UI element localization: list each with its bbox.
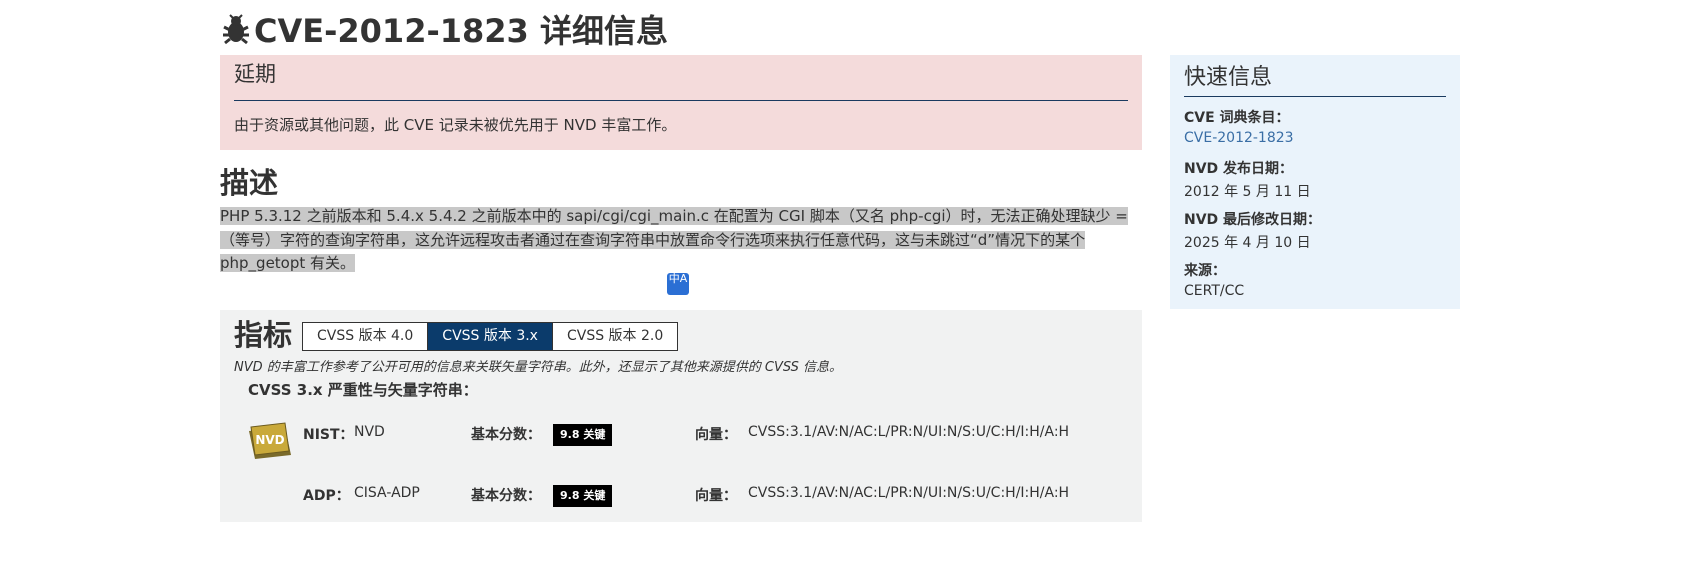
source-value: CISA-ADP xyxy=(354,485,420,501)
source-label: NIST： xyxy=(303,427,354,443)
metrics-heading: 指标 xyxy=(234,318,293,352)
quick-info-panel: 快速信息 CVE 词典条目： CVE-2012-1823 NVD 发布日期： 2… xyxy=(1170,55,1460,309)
translate-icon[interactable]: 中A xyxy=(667,273,689,295)
severity-badge[interactable]: 9.8 关键 xyxy=(553,424,613,446)
source-label: 来源： xyxy=(1184,263,1226,279)
published-date-value: 2012 年 5 月 11 日 xyxy=(1184,184,1311,200)
tab-cvss-4[interactable]: CVSS 版本 4.0 xyxy=(302,322,429,351)
description-heading: 描述 xyxy=(220,166,279,200)
source-value: CERT/CC xyxy=(1184,283,1245,299)
score-label: 基本分数： xyxy=(471,488,541,504)
vector-label: 向量： xyxy=(695,488,737,504)
notice-divider xyxy=(234,100,1128,101)
modified-date-value: 2025 年 4 月 10 日 xyxy=(1184,235,1311,251)
deferred-notice: 延期 由于资源或其他问题，此 CVE 记录未被优先用于 NVD 丰富工作。 xyxy=(220,55,1142,150)
vector-label: 向量： xyxy=(695,427,737,443)
tab-cvss-3[interactable]: CVSS 版本 3.x xyxy=(427,322,553,351)
page-title: CVE-2012-1823 详细信息 xyxy=(220,6,668,52)
tab-cvss-2[interactable]: CVSS 版本 2.0 xyxy=(551,322,679,351)
quick-info-title: 快速信息 xyxy=(1184,65,1273,90)
vector-value: CVSS:3.1/AV:N/AC:L/PR:N/UI:N/S:U/C:H/I:H… xyxy=(748,424,1070,440)
score-label: 基本分数： xyxy=(471,427,541,443)
vector-value: CVSS:3.1/AV:N/AC:L/PR:N/UI:N/S:U/C:H/I:H… xyxy=(748,485,1070,501)
published-date-label: NVD 发布日期： xyxy=(1184,161,1294,177)
severity-badge[interactable]: 9.8 关键 xyxy=(553,485,613,507)
cve-dictionary-link[interactable]: CVE-2012-1823 xyxy=(1184,130,1294,146)
description-text: PHP 5.3.12 之前版本和 5.4.x 5.4.2 之前版本中的 sapi… xyxy=(220,205,1138,276)
source-label: ADP： xyxy=(303,488,350,504)
cvss-tabs: CVSS 版本 4.0 CVSS 版本 3.x CVSS 版本 2.0 xyxy=(302,322,679,351)
metrics-panel: 指标 CVSS 版本 4.0 CVSS 版本 3.x CVSS 版本 2.0 N… xyxy=(220,310,1142,522)
cvss-subheading: CVSS 3.x 严重性与矢量字符串： xyxy=(248,381,478,399)
source-value: NVD xyxy=(354,424,385,440)
quick-info-divider xyxy=(1184,96,1446,97)
description-text-selected: PHP 5.3.12 之前版本和 5.4.x 5.4.2 之前版本中的 sapi… xyxy=(220,207,1128,272)
translate-glyph: 中A xyxy=(668,272,688,285)
page-title-text: CVE-2012-1823 详细信息 xyxy=(254,12,668,50)
notice-title: 延期 xyxy=(234,62,276,86)
modified-date-label: NVD 最后修改日期： xyxy=(1184,212,1322,228)
metrics-note: NVD 的丰富工作参考了公开可用的信息来关联矢量字符串。此外，还显示了其他来源提… xyxy=(234,360,843,375)
notice-text: 由于资源或其他问题，此 CVE 记录未被优先用于 NVD 丰富工作。 xyxy=(234,116,677,134)
cve-dictionary-label: CVE 词典条目： xyxy=(1184,110,1290,126)
cvss-row-adp: ADP： CISA-ADP 基本分数： 9.8 关键 向量： CVSS:3.1/… xyxy=(220,485,1142,515)
bug-icon xyxy=(220,13,252,45)
cvss-row-nist: NIST： NVD 基本分数： 9.8 关键 向量： CVSS:3.1/AV:N… xyxy=(220,424,1142,454)
